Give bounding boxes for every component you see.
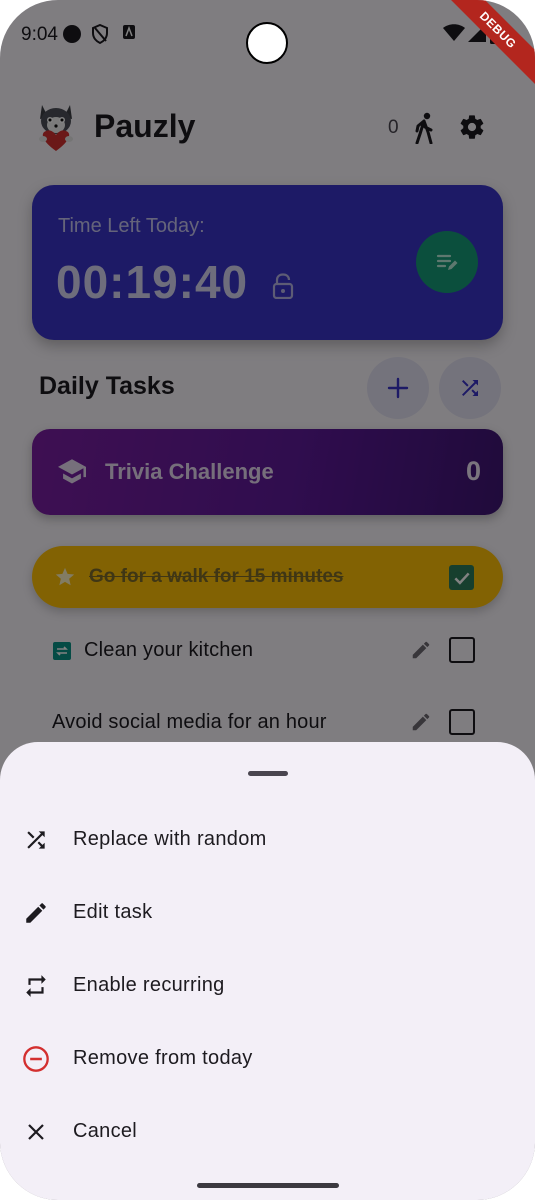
option-label: Replace with random [73, 828, 267, 850]
option-label: Enable recurring [73, 974, 225, 996]
gesture-nav-bar[interactable] [197, 1183, 339, 1188]
cancel-option[interactable]: Cancel [0, 1100, 535, 1164]
pencil-icon [22, 899, 50, 927]
option-label: Cancel [73, 1120, 138, 1142]
shuffle-icon [22, 826, 50, 854]
remove-circle-icon [22, 1045, 50, 1073]
drag-handle[interactable] [248, 771, 288, 776]
task-options-sheet: Replace with random Edit task Enable rec… [0, 742, 535, 1200]
close-icon [22, 1118, 50, 1146]
phone-screen: 9:04 Pauzly 0 Time Left Today: 00:19:40 … [0, 0, 535, 1200]
replace-with-random-option[interactable]: Replace with random [0, 808, 535, 872]
repeat-icon [22, 972, 50, 1000]
enable-recurring-option[interactable]: Enable recurring [0, 954, 535, 1018]
edit-task-option[interactable]: Edit task [0, 881, 535, 945]
option-label: Remove from today [73, 1047, 253, 1069]
option-label: Edit task [73, 901, 153, 923]
camera-cutout [246, 22, 288, 64]
remove-from-today-option[interactable]: Remove from today [0, 1027, 535, 1091]
